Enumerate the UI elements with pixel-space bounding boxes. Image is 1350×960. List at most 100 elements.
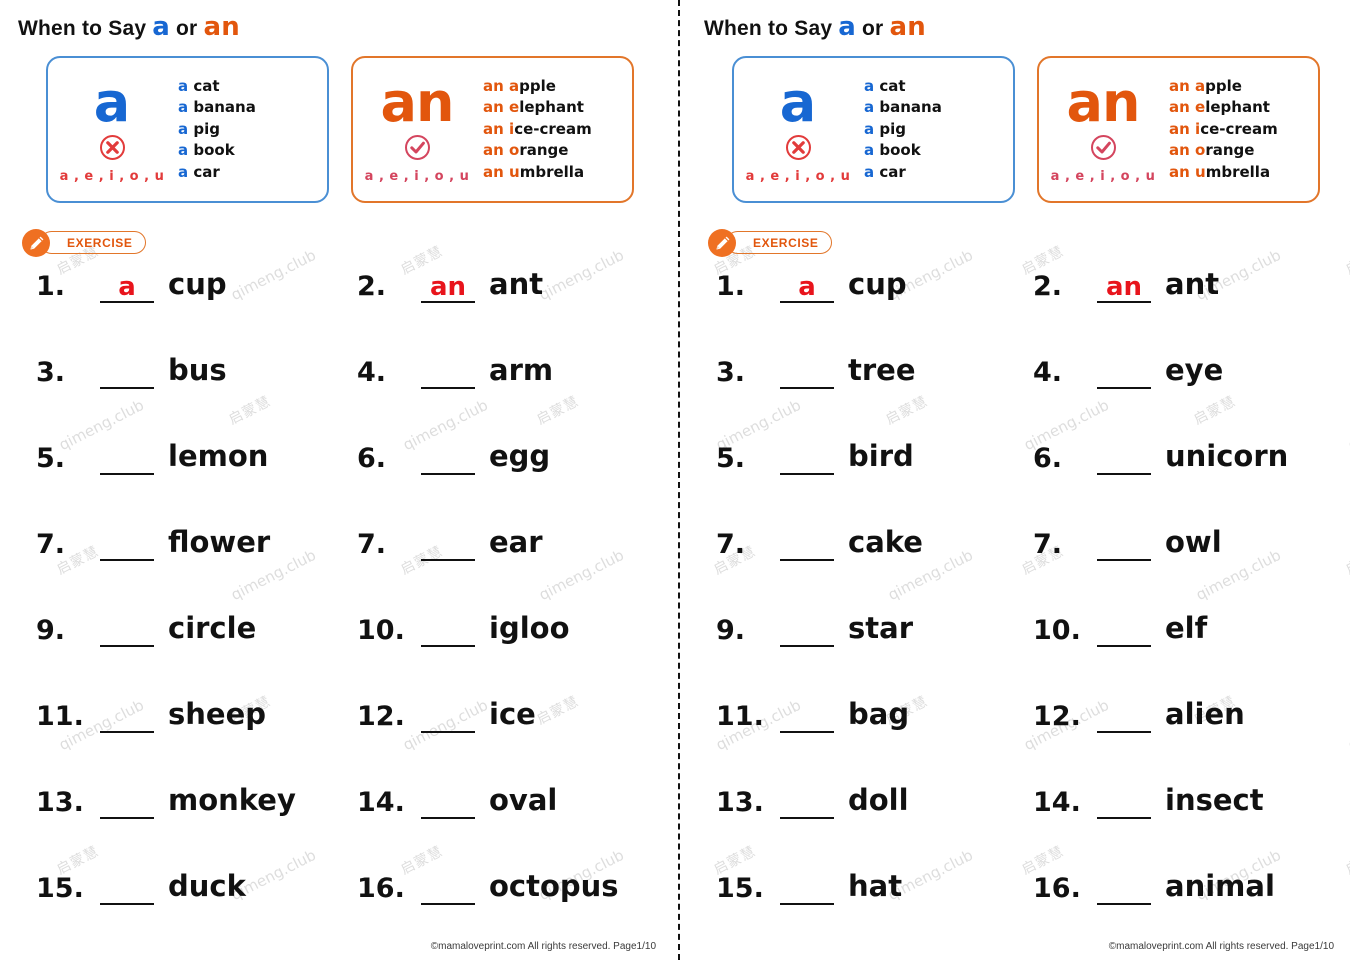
- example-word-rest: pple: [519, 76, 556, 95]
- answer-blank[interactable]: a: [96, 271, 158, 307]
- exercise-word: ear: [489, 525, 543, 559]
- answer-blank[interactable]: [96, 873, 158, 909]
- exercise-number: 16.: [357, 873, 405, 904]
- answer-blank[interactable]: [96, 787, 158, 823]
- answer-blank[interactable]: [776, 701, 838, 737]
- example-line: a banana: [864, 97, 1013, 118]
- answer-blank[interactable]: an: [1093, 271, 1155, 307]
- blank-underline: [1097, 387, 1151, 389]
- exercise-badge-label: EXERCISE: [40, 231, 146, 254]
- exercise-item: 11. bag: [716, 700, 1033, 787]
- answer-blank[interactable]: [417, 443, 479, 479]
- example-first-letter: e: [1195, 98, 1206, 117]
- example-word-rest: ig: [890, 119, 906, 138]
- example-line: an ice-cream: [483, 119, 632, 140]
- exercise-word: octopus: [489, 869, 619, 903]
- answer-blank[interactable]: [1093, 873, 1155, 909]
- exercise-item: 9. star: [716, 614, 1033, 701]
- example-word-rest: ce-cream: [514, 119, 592, 138]
- exercise-word: lemon: [168, 439, 269, 473]
- blank-underline: [780, 559, 834, 561]
- answer-blank[interactable]: [96, 529, 158, 565]
- example-line: an apple: [483, 76, 632, 97]
- example-word-rest: lephant: [1205, 98, 1270, 117]
- circled-check-icon: [404, 134, 431, 166]
- answer-blank[interactable]: [1093, 787, 1155, 823]
- answer-blank[interactable]: a: [776, 271, 838, 307]
- example-word-rest: at: [888, 76, 906, 95]
- answer-blank[interactable]: [776, 787, 838, 823]
- answer-blank[interactable]: [1093, 615, 1155, 651]
- example-line: a banana: [178, 97, 327, 118]
- answer-blank[interactable]: [1093, 443, 1155, 479]
- answer-blank[interactable]: [776, 873, 838, 909]
- blank-underline: [100, 473, 154, 475]
- blank-underline: [421, 473, 475, 475]
- answer-blank[interactable]: an: [417, 271, 479, 307]
- answer-blank[interactable]: [417, 529, 479, 565]
- example-word-rest: range: [1205, 141, 1255, 160]
- answer-blank[interactable]: [417, 357, 479, 393]
- exercise-word: hat: [848, 869, 903, 903]
- answer-blank[interactable]: [96, 357, 158, 393]
- example-article: a: [178, 76, 194, 95]
- exercise-number: 15.: [36, 873, 84, 904]
- blank-underline: [1097, 903, 1151, 905]
- exercise-number: 2.: [357, 271, 387, 302]
- example-line: a book: [178, 140, 327, 161]
- blank-underline: [100, 731, 154, 733]
- answer-blank[interactable]: [1093, 701, 1155, 737]
- answer-blank[interactable]: [776, 529, 838, 565]
- exercise-number: 4.: [357, 357, 387, 388]
- blank-underline: [100, 301, 154, 303]
- answer-blank[interactable]: [417, 615, 479, 651]
- answer-blank[interactable]: [96, 701, 158, 737]
- answer-blank[interactable]: [776, 357, 838, 393]
- big-letter-a-right: a: [779, 71, 817, 135]
- exercise-number: 3.: [716, 357, 746, 388]
- blank-underline: [100, 817, 154, 819]
- exercise-badge-right: EXERCISE: [708, 229, 1350, 257]
- example-first-letter: o: [509, 141, 520, 160]
- exercise-item: 1. a cup: [36, 270, 357, 357]
- pencil-icon: [22, 229, 50, 257]
- answer-text: an: [1105, 272, 1143, 302]
- answer-blank[interactable]: [96, 615, 158, 651]
- answer-blank[interactable]: [417, 787, 479, 823]
- exercise-word: oval: [489, 783, 558, 817]
- blank-underline: [100, 903, 154, 905]
- example-line: an apple: [1169, 76, 1318, 97]
- example-first-letter: c: [879, 76, 889, 95]
- blank-underline: [780, 645, 834, 647]
- example-article: an: [1169, 76, 1196, 95]
- info-box-an-right: an a , e , i , o , u an apple an elephant…: [1037, 56, 1320, 203]
- answer-blank[interactable]: [776, 443, 838, 479]
- exercise-number: 14.: [357, 787, 405, 818]
- exercise-item: 7. flower: [36, 528, 357, 615]
- pencil-icon-right: [708, 229, 736, 257]
- exercise-number: 6.: [1033, 443, 1063, 474]
- exercise-word: arm: [489, 353, 554, 387]
- exercise-item: 13. doll: [716, 786, 1033, 873]
- answer-blank[interactable]: [776, 615, 838, 651]
- answer-blank[interactable]: [417, 873, 479, 909]
- footer-left: ©mamaloveprint.com All rights reserved. …: [430, 941, 656, 952]
- answer-blank[interactable]: [1093, 357, 1155, 393]
- answer-blank[interactable]: [417, 701, 479, 737]
- exercise-item: 5. lemon: [36, 439, 357, 529]
- exercise-item: 3. tree: [716, 353, 1033, 443]
- exercise-number: 15.: [716, 873, 764, 904]
- blank-underline: [100, 645, 154, 647]
- page-title-right: When to Say a or an: [704, 12, 1350, 42]
- exercise-list-right: 1. a cup 2. an ant 3. tree 4. eye 5. bird 6. unicorn 7…: [696, 267, 1350, 959]
- exercise-number: 11.: [36, 701, 84, 732]
- info-box-a-examples-right: a cat a banana a pig a book a car: [862, 76, 1013, 183]
- exercise-word: ant: [1165, 267, 1220, 301]
- answer-blank[interactable]: [96, 443, 158, 479]
- vowels-label-an: a , e , i , o , u: [364, 168, 470, 184]
- example-word-rest: ig: [204, 119, 220, 138]
- exercise-word: tree: [848, 353, 916, 387]
- exercise-item: 9. circle: [36, 614, 357, 701]
- example-article: a: [178, 98, 194, 117]
- answer-blank[interactable]: [1093, 529, 1155, 565]
